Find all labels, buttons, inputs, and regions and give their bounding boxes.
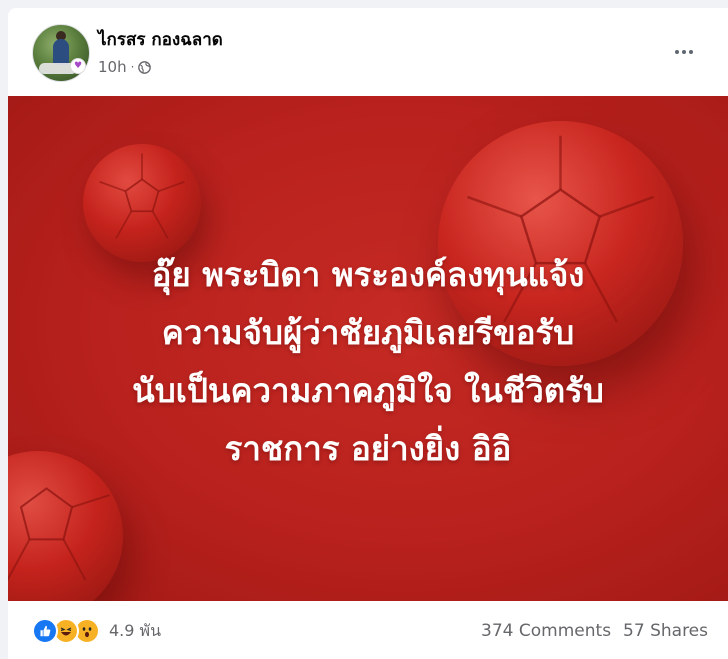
globe-icon[interactable] <box>138 60 152 74</box>
thumbs-up-glyph <box>40 625 51 637</box>
comments-count[interactable]: 374 Comments <box>481 621 611 641</box>
reaction-count[interactable]: 4.9 พัน <box>109 619 161 644</box>
image-headline: อุ๊ย พระบิดา พระองค์ลงทุนแจ้ง ความจับผู้… <box>8 246 728 478</box>
separator-dot: · <box>130 60 135 74</box>
avatar-person-shape <box>53 39 69 65</box>
post-image[interactable]: อุ๊ย พระบิดา พระองค์ลงทุนแจ้ง ความจับผู้… <box>8 96 728 601</box>
football-decoration <box>83 144 201 262</box>
heart-icon: ♥ <box>70 58 86 74</box>
more-options-icon[interactable] <box>666 34 702 70</box>
headline-line: นับเป็นความภาคภูมิใจ ในชีวิตรับ <box>132 371 604 410</box>
headline-line: อุ๊ย พระบิดา พระองค์ลงทุนแจ้ง <box>151 255 585 294</box>
author-name[interactable]: ไกรสร กองฉลาด <box>98 26 223 53</box>
post-time[interactable]: 10h <box>98 58 127 76</box>
reactions-summary[interactable]: 4.9 พัน <box>32 618 161 644</box>
dot-1 <box>675 50 679 54</box>
post-footer: 4.9 พัน 374 Comments 57 Shares <box>8 601 728 659</box>
like-icon <box>32 618 58 644</box>
post-meta: 10h · <box>98 58 152 76</box>
wow-face <box>82 627 92 638</box>
headline-line: ราชการ อย่างยิ่ง อิอิ <box>224 429 512 468</box>
dot-2 <box>682 50 686 54</box>
engagement-stats: 374 Comments 57 Shares <box>481 621 708 641</box>
author-avatar[interactable] <box>32 24 90 82</box>
ball-panels <box>99 153 185 239</box>
headline-line: ความจับผู้ว่าชัยภูมิเลยรีขอรับ <box>161 313 575 352</box>
post-card: ♥ ไกรสร กองฉลาด 10h · อุ๊ย พระบิดา พระอง… <box>8 8 728 659</box>
shares-count[interactable]: 57 Shares <box>623 621 708 641</box>
haha-face <box>60 627 72 636</box>
dot-3 <box>689 50 693 54</box>
